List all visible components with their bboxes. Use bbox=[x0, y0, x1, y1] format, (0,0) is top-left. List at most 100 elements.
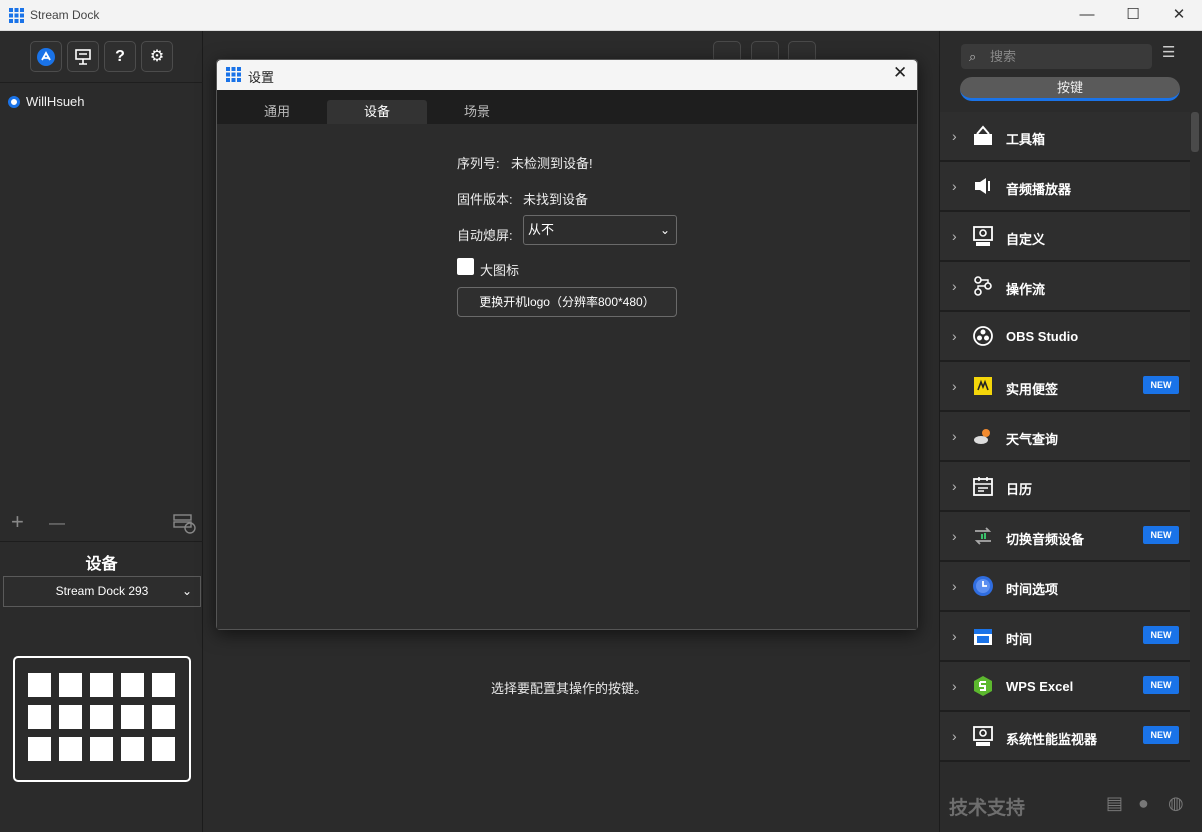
chevron-right-icon[interactable]: › bbox=[952, 328, 957, 344]
device-key[interactable] bbox=[152, 673, 175, 697]
chevron-right-icon[interactable]: › bbox=[952, 178, 957, 194]
big-icon-checkbox[interactable] bbox=[457, 258, 474, 275]
tab-keys[interactable]: 按键 bbox=[960, 77, 1180, 101]
new-badge: NEW bbox=[1143, 676, 1179, 694]
search-input[interactable]: ⌕ 搜索 bbox=[961, 44, 1152, 69]
device-key[interactable] bbox=[90, 705, 113, 729]
profile-actions: + — bbox=[0, 509, 203, 539]
chevron-right-icon[interactable]: › bbox=[952, 228, 957, 244]
plugin-item[interactable]: › 自定义 bbox=[940, 212, 1190, 262]
tab-device[interactable]: 设备 bbox=[327, 100, 427, 124]
plugin-item[interactable]: › 时间 NEW bbox=[940, 612, 1190, 662]
excel-icon bbox=[974, 676, 992, 696]
chevron-right-icon[interactable]: › bbox=[952, 678, 957, 694]
store-icon bbox=[37, 48, 55, 66]
device-key[interactable] bbox=[28, 705, 51, 729]
plugin-label: 工具箱 bbox=[1006, 132, 1046, 147]
plugin-list: › 工具箱 › 音频播放器 › 自定义 › 操作流 › OBS Studio › 实用便签 NEW › 天气… bbox=[940, 112, 1190, 762]
chevron-right-icon[interactable]: › bbox=[952, 378, 957, 394]
new-badge: NEW bbox=[1143, 376, 1179, 394]
device-key[interactable] bbox=[121, 737, 144, 761]
present-icon bbox=[75, 49, 91, 65]
sticky-note-icon bbox=[974, 377, 992, 395]
help-icon: ? bbox=[115, 48, 125, 65]
help-button[interactable]: ? bbox=[104, 41, 136, 72]
device-key[interactable] bbox=[59, 705, 82, 729]
chevron-right-icon[interactable]: › bbox=[952, 628, 957, 644]
feedback-icon[interactable]: ▤ bbox=[1106, 793, 1123, 814]
plugin-item[interactable]: › 天气查询 bbox=[940, 412, 1190, 462]
profile-item[interactable]: WillHsueh bbox=[8, 94, 85, 109]
plugin-item[interactable]: › 时间选项 bbox=[940, 562, 1190, 612]
tab-general[interactable]: 通用 bbox=[227, 100, 327, 124]
new-badge: NEW bbox=[1143, 526, 1179, 544]
plugin-label: 切换音频设备 bbox=[1006, 532, 1085, 547]
device-key[interactable] bbox=[90, 737, 113, 761]
speaker-icon bbox=[975, 178, 990, 194]
settings-button[interactable]: ⚙ bbox=[141, 41, 173, 72]
minimize-button[interactable]: — bbox=[1064, 0, 1110, 31]
close-window-button[interactable]: ✕ bbox=[1156, 0, 1202, 31]
dialog-close-button[interactable]: ✕ bbox=[893, 63, 907, 83]
tab-scene[interactable]: 场景 bbox=[427, 100, 527, 124]
dialog-title: 设置 bbox=[248, 70, 275, 85]
window-title: Stream Dock bbox=[30, 8, 100, 22]
settings-dialog: 设置 ✕ 通用 设备 场景 序列号: 未检测到设备! 固件版本: 未找到设备 自… bbox=[216, 59, 918, 630]
plugin-label: OBS Studio bbox=[1006, 329, 1079, 344]
chevron-right-icon[interactable]: › bbox=[952, 278, 957, 294]
plugin-item[interactable]: › OBS Studio bbox=[940, 312, 1190, 362]
audio-switch-icon bbox=[974, 527, 992, 545]
device-key[interactable] bbox=[121, 673, 144, 697]
support-label: 技术支持 bbox=[949, 798, 1026, 819]
store-button[interactable] bbox=[30, 41, 62, 72]
plugin-item[interactable]: › 系统性能监视器 NEW bbox=[940, 712, 1190, 762]
device-select[interactable]: Stream Dock 293 ⌄ bbox=[3, 576, 201, 607]
chevron-right-icon[interactable]: › bbox=[952, 578, 957, 594]
device-key[interactable] bbox=[152, 705, 175, 729]
plugin-item[interactable]: › 日历 bbox=[940, 462, 1190, 512]
device-key[interactable] bbox=[121, 705, 144, 729]
chevron-right-icon[interactable]: › bbox=[952, 478, 957, 494]
plugin-item[interactable]: › 实用便签 NEW bbox=[940, 362, 1190, 412]
chevron-right-icon[interactable]: › bbox=[952, 128, 957, 144]
present-button[interactable] bbox=[67, 41, 99, 72]
dialog-tabs: 通用 设备 场景 bbox=[217, 90, 917, 124]
device-key[interactable] bbox=[28, 737, 51, 761]
chevron-right-icon[interactable]: › bbox=[952, 528, 957, 544]
plugin-item[interactable]: › 切换音频设备 NEW bbox=[940, 512, 1190, 562]
plugin-item[interactable]: › 音频播放器 bbox=[940, 162, 1190, 212]
remove-profile-button[interactable]: — bbox=[49, 513, 65, 535]
plugin-label: WPS Excel bbox=[1006, 679, 1074, 694]
dialog-titlebar: 设置 ✕ bbox=[217, 60, 917, 90]
autosleep-select[interactable]: 从不 ⌄ bbox=[523, 215, 677, 245]
maximize-button[interactable]: ☐ bbox=[1110, 0, 1156, 31]
serial-label: 序列号: bbox=[457, 156, 500, 171]
wechat-icon[interactable]: ◍ bbox=[1168, 793, 1184, 814]
plugin-item[interactable]: › WPS Excel NEW bbox=[940, 662, 1190, 712]
profile-radio[interactable] bbox=[8, 95, 20, 108]
device-key[interactable] bbox=[59, 737, 82, 761]
serial-value: 未检测到设备! bbox=[511, 156, 593, 171]
device-key-grid bbox=[13, 656, 191, 782]
qq-icon[interactable]: ● bbox=[1138, 793, 1149, 814]
profile-manage-icon[interactable] bbox=[173, 513, 197, 535]
date-icon bbox=[974, 629, 992, 645]
device-key[interactable] bbox=[152, 737, 175, 761]
device-key[interactable] bbox=[59, 673, 82, 697]
clock-icon bbox=[973, 576, 993, 596]
add-profile-button[interactable]: + bbox=[11, 511, 24, 533]
device-key[interactable] bbox=[28, 673, 51, 697]
plugin-item[interactable]: › 工具箱 bbox=[940, 112, 1190, 162]
chevron-right-icon[interactable]: › bbox=[952, 428, 957, 444]
plugin-label: 天气查询 bbox=[1006, 432, 1059, 447]
calendar-icon bbox=[973, 477, 993, 496]
device-key[interactable] bbox=[90, 673, 113, 697]
list-view-icon[interactable]: ☰ bbox=[1162, 45, 1178, 61]
dialog-body: 序列号: 未检测到设备! 固件版本: 未找到设备 自动熄屏: 从不 ⌄ 大图标 … bbox=[217, 124, 917, 629]
change-logo-button[interactable]: 更换开机logo（分辨率800*480） bbox=[457, 287, 677, 317]
firmware-label: 固件版本: bbox=[457, 192, 513, 207]
scrollbar[interactable] bbox=[1191, 112, 1199, 152]
search-icon: ⌕ bbox=[969, 49, 977, 64]
plugin-item[interactable]: › 操作流 bbox=[940, 262, 1190, 312]
chevron-right-icon[interactable]: › bbox=[952, 728, 957, 744]
